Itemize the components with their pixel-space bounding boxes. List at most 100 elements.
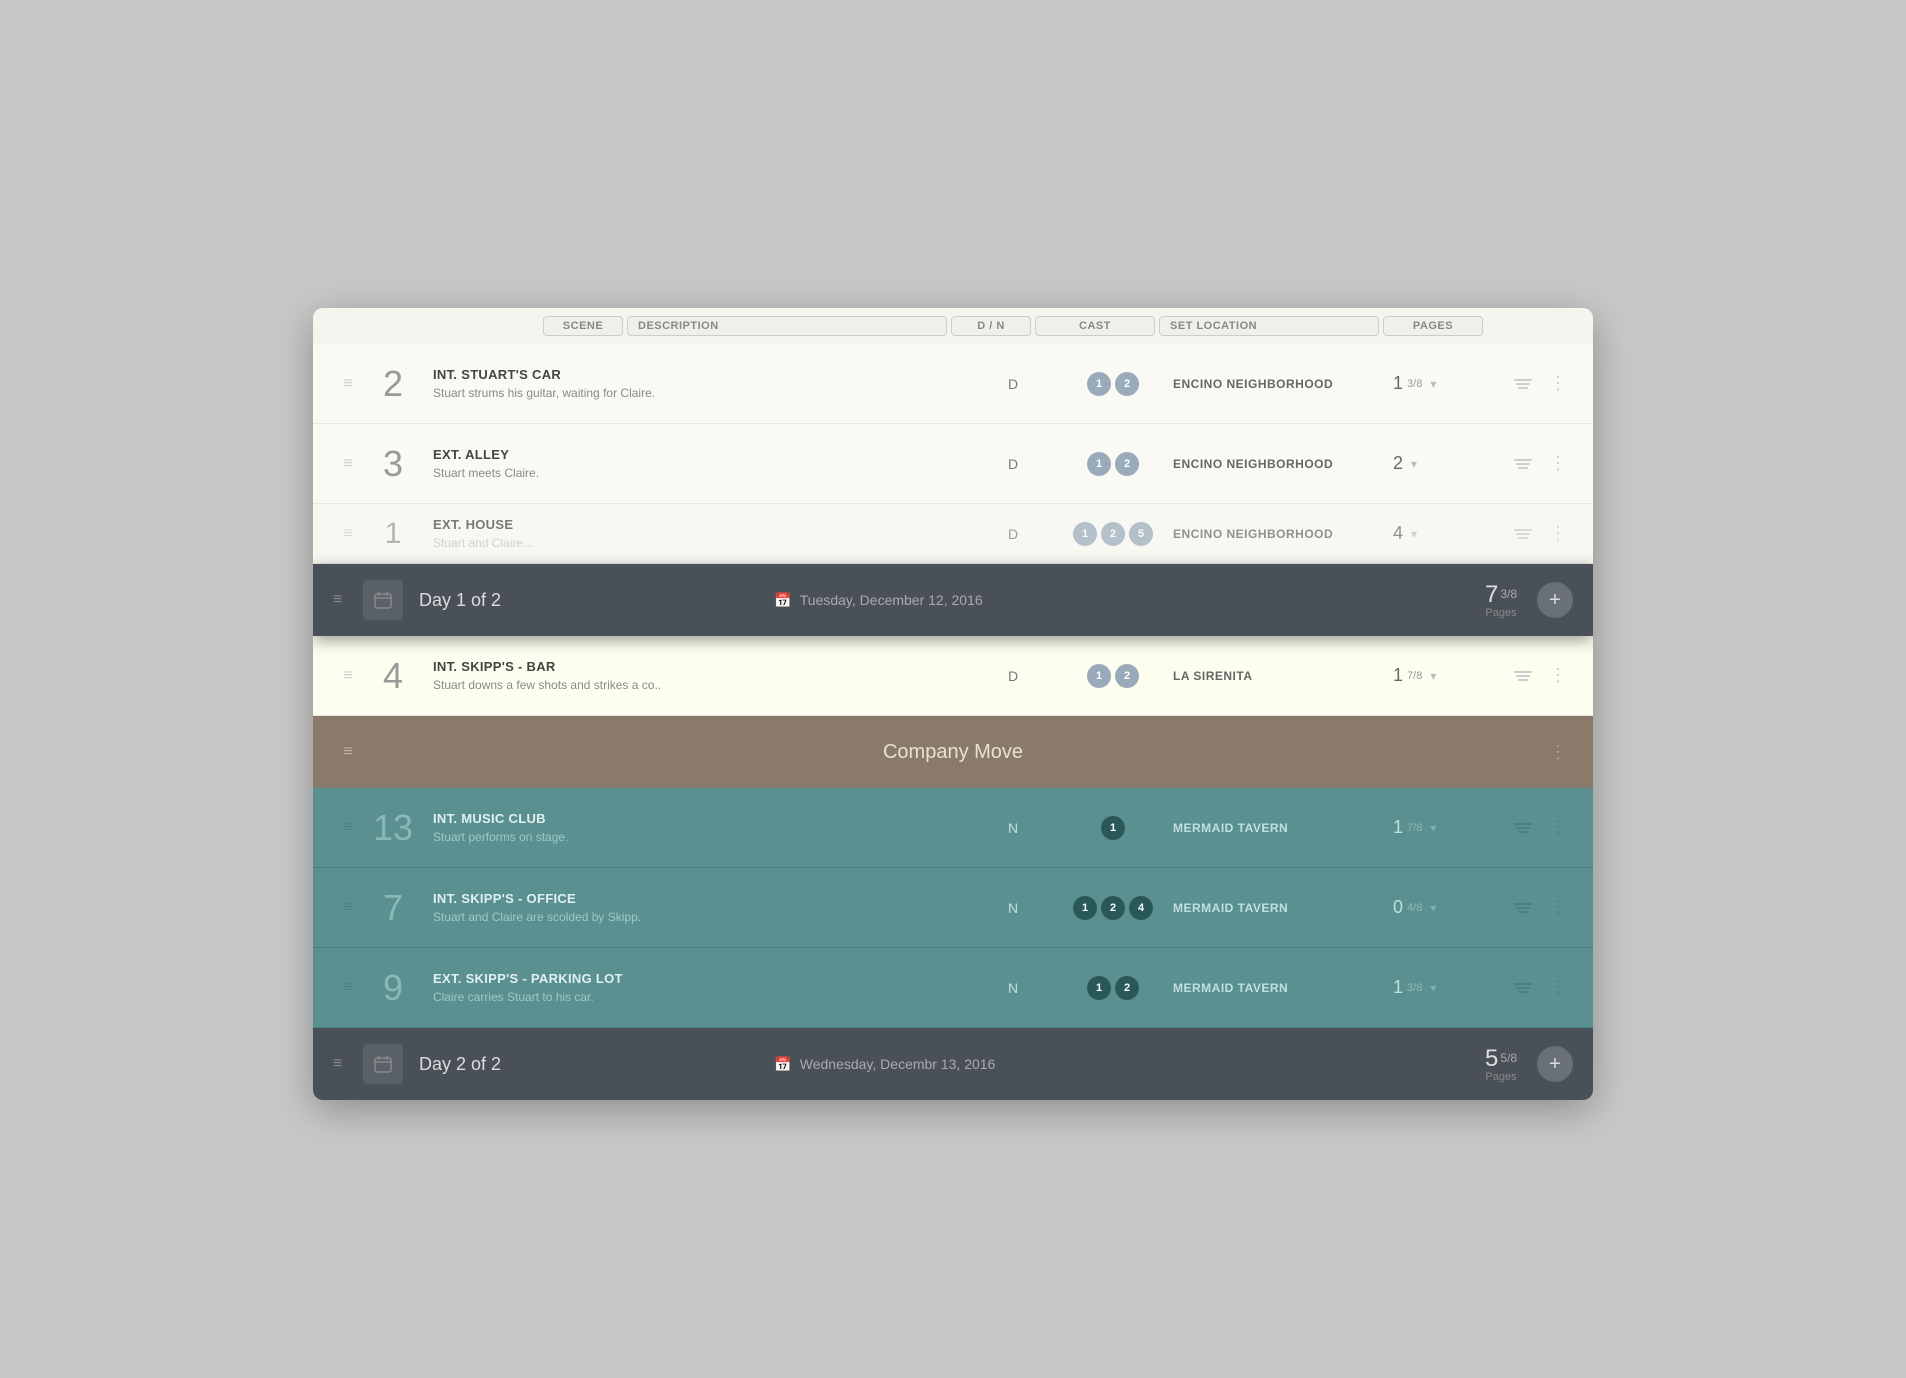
scene-number: 9 [363, 967, 423, 1009]
drag-handle[interactable]: ≡ [333, 743, 363, 761]
day1-date-section: 📅 Tuesday, December 12, 2016 [774, 592, 1485, 609]
dm-value: D [973, 456, 1053, 472]
cast-badges: 1 [1053, 816, 1173, 840]
drag-handle[interactable]: ≡ [333, 667, 363, 685]
layers-icon [1503, 459, 1543, 469]
cast-badge: 2 [1115, 976, 1139, 1000]
pages-main: 1 [1393, 817, 1403, 838]
day1-pages-num: 7 [1485, 581, 1498, 609]
cast-badge: 2 [1101, 522, 1125, 546]
scene-number: 4 [363, 655, 423, 697]
col-header-set-location: SET LOCATION [1159, 316, 1379, 336]
location: MERMAID TAVERN [1173, 981, 1393, 995]
cast-badge: 1 [1087, 976, 1111, 1000]
cast-badge: 2 [1115, 452, 1139, 476]
chevron-down-icon: ▾ [1430, 981, 1436, 995]
scene-title: INT. MUSIC CLUB [433, 811, 963, 826]
drag-handle[interactable]: ≡ [333, 979, 363, 997]
day2-label: Day 2 of 2 [419, 1054, 774, 1075]
cast-badge: 1 [1087, 372, 1111, 396]
more-options-icon[interactable]: ⋮ [1543, 817, 1573, 838]
scene-title: INT. SKIPP'S - OFFICE [433, 891, 963, 906]
scene-info: INT. SKIPP'S - BAR Stuart downs a few sh… [423, 659, 973, 692]
scene-number: 3 [363, 443, 423, 485]
pages-fraction: 4/8 [1407, 902, 1422, 914]
cast-badge: 5 [1129, 522, 1153, 546]
cast-badge: 1 [1073, 896, 1097, 920]
scene-title: INT. SKIPP'S - BAR [433, 659, 963, 674]
day1-header[interactable]: ≡ Day 1 of 2 📅 Tuesday, December 12, 201… [313, 564, 1593, 636]
day1-add-button[interactable]: + [1537, 582, 1573, 618]
pages: 0 4/8 ▾ [1393, 897, 1503, 918]
cast-badges: 1 2 5 [1053, 522, 1173, 546]
scene-title: EXT. HOUSE [433, 517, 963, 532]
layers-icon [1503, 379, 1543, 389]
chevron-down-icon: ▾ [1430, 821, 1436, 835]
pages-main: 2 [1393, 453, 1403, 474]
more-options-icon[interactable]: ⋮ [1543, 742, 1573, 763]
cast-badge: 2 [1101, 896, 1125, 920]
scene-description: Claire carries Stuart to his car. [433, 990, 963, 1004]
drag-handle[interactable]: ≡ [333, 819, 363, 837]
chevron-down-icon: ▾ [1411, 457, 1417, 471]
night-scene-row: ≡ 9 EXT. SKIPP'S - PARKING LOT Claire ca… [313, 948, 1593, 1028]
dm-value: N [973, 900, 1053, 916]
chevron-down-icon: ▾ [1430, 901, 1436, 915]
night-scene-row: ≡ 7 INT. SKIPP'S - OFFICE Stuart and Cla… [313, 868, 1593, 948]
more-options-icon[interactable]: ⋮ [1543, 453, 1573, 474]
pages: 1 7/8 ▾ [1393, 817, 1503, 838]
more-options-icon[interactable]: ⋮ [1543, 373, 1573, 394]
dm-value: N [973, 820, 1053, 836]
day-calendar-icon [363, 580, 403, 620]
layers-icon [1503, 671, 1543, 681]
day1-pages-section: 7 3/8 Pages [1485, 581, 1517, 619]
cast-badge: 2 [1115, 664, 1139, 688]
day-drag-handle[interactable]: ≡ [333, 591, 363, 609]
more-options-icon[interactable]: ⋮ [1543, 897, 1573, 918]
pages: 1 3/8 ▾ [1393, 373, 1503, 394]
pages-main: 0 [1393, 897, 1403, 918]
location: LA SIRENITA [1173, 669, 1393, 683]
drag-handle[interactable]: ≡ [333, 375, 363, 393]
scene-description: Stuart and Claire are scolded by Skipp. [433, 910, 963, 924]
scene-row: ≡ 1 EXT. HOUSE Stuart and Claire... D 1 … [313, 504, 1593, 564]
day2-add-button[interactable]: + [1537, 1046, 1573, 1082]
day2-date-section: 📅 Wednesday, Decembr 13, 2016 [774, 1056, 1485, 1073]
scene-description: Stuart and Claire... [433, 536, 963, 550]
scene-title: INT. STUART'S CAR [433, 367, 963, 382]
scene-number: 7 [363, 887, 423, 929]
drag-handle[interactable]: ≡ [333, 525, 363, 543]
cast-badges: 1 2 [1053, 976, 1173, 1000]
pages-main: 4 [1393, 523, 1403, 544]
pages-fraction: 7/8 [1407, 670, 1422, 682]
day1-date: Tuesday, December 12, 2016 [800, 592, 983, 608]
cast-badge: 4 [1129, 896, 1153, 920]
scene-description: Stuart downs a few shots and strikes a c… [433, 678, 963, 692]
drag-handle[interactable]: ≡ [333, 899, 363, 917]
more-options-icon[interactable]: ⋮ [1543, 523, 1573, 544]
day2-date: Wednesday, Decembr 13, 2016 [800, 1056, 996, 1072]
scene-title: EXT. SKIPP'S - PARKING LOT [433, 971, 963, 986]
scene-number: 13 [363, 807, 423, 849]
scene-description: Stuart meets Claire. [433, 466, 963, 480]
drag-handle[interactable]: ≡ [333, 455, 363, 473]
col-header-dm: D / N [951, 316, 1031, 336]
col-header-pages: PAGES [1383, 316, 1483, 336]
pages-fraction: 3/8 [1407, 378, 1422, 390]
scene-info: EXT. HOUSE Stuart and Claire... [423, 517, 973, 550]
scene-description: Stuart strums his guitar, waiting for Cl… [433, 386, 963, 400]
pages: 4 ▾ [1393, 523, 1503, 544]
day-drag-handle[interactable]: ≡ [333, 1055, 363, 1073]
pages: 2 ▾ [1393, 453, 1503, 474]
day2-pages-num: 5 [1485, 1045, 1498, 1073]
day2-pages-label: Pages [1485, 1071, 1516, 1083]
day2-header[interactable]: ≡ Day 2 of 2 📅 Wednesday, Decembr 13, 20… [313, 1028, 1593, 1100]
layers-icon [1503, 529, 1543, 539]
day1-pages-frac: 3/8 [1500, 587, 1517, 601]
scene-info: INT. MUSIC CLUB Stuart performs on stage… [423, 811, 973, 844]
more-options-icon[interactable]: ⋮ [1543, 977, 1573, 998]
location: ENCINO NEIGHBORHOOD [1173, 377, 1393, 391]
more-options-icon[interactable]: ⋮ [1543, 665, 1573, 686]
pages-fraction: 7/8 [1407, 822, 1422, 834]
location: ENCINO NEIGHBORHOOD [1173, 527, 1393, 541]
